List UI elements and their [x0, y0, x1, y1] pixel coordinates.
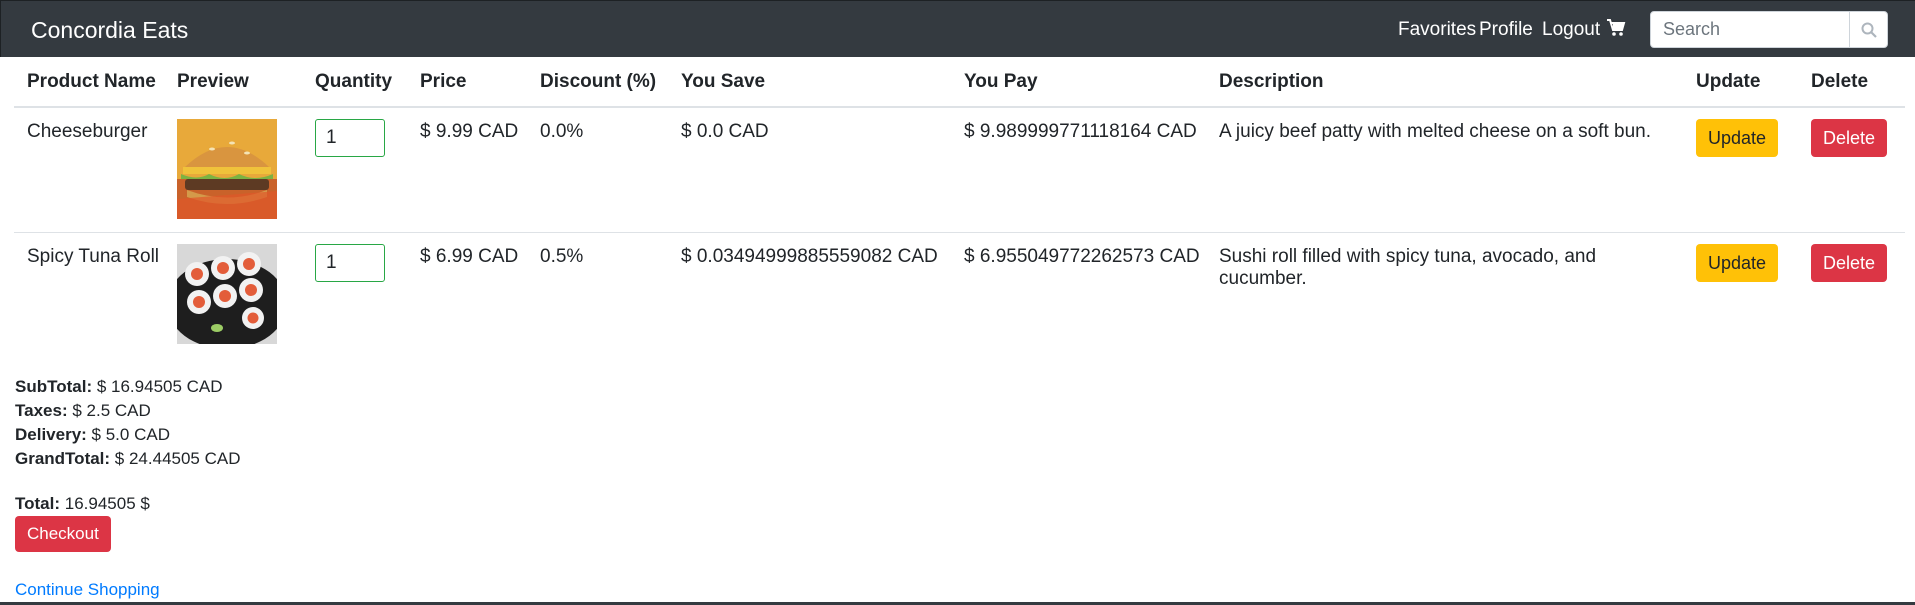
header-you-pay: You Pay — [951, 57, 1206, 108]
delivery-line: Delivery: $ 5.0 CAD — [15, 423, 241, 447]
delivery-label: Delivery: — [15, 425, 87, 444]
header-price: Price — [407, 57, 527, 108]
search-icon — [1861, 22, 1877, 38]
table-header-row: Product Name Preview Quantity Price Disc… — [14, 57, 1905, 108]
nav-profile[interactable]: Profile — [1479, 19, 1533, 41]
search-button[interactable] — [1849, 11, 1888, 48]
delete-button[interactable]: Delete — [1811, 119, 1888, 157]
taxes-line: Taxes: $ 2.5 CAD — [15, 399, 241, 423]
product-preview — [164, 107, 302, 233]
you-pay: $ 6.955049772262573 CAD — [964, 245, 1200, 267]
cheeseburger-image — [177, 119, 277, 219]
subtotal-line: SubTotal: $ 16.94505 CAD — [15, 375, 241, 399]
nav-favorites[interactable]: Favorites — [1398, 19, 1476, 41]
header-quantity: Quantity — [302, 57, 407, 108]
table-row: Cheeseburger $ 9.9 — [14, 107, 1905, 233]
continue-shopping-link[interactable]: Continue Shopping — [15, 580, 160, 600]
header-delete: Delete — [1798, 57, 1905, 108]
total-value: 16.94505 $ — [60, 494, 150, 513]
update-button[interactable]: Update — [1696, 119, 1779, 157]
header-you-save: You Save — [668, 57, 951, 108]
header-product-name: Product Name — [14, 57, 164, 108]
header-preview: Preview — [164, 57, 302, 108]
delete-cell: Delete — [1798, 232, 1905, 357]
price: $ 9.99 CAD — [407, 107, 527, 233]
navbar: Concordia Eats Favorites Profile Logout — [0, 0, 1915, 57]
table-row: Spicy Tuna Roll 1 $ 6.99 CAD 0.5% $ 0.03… — [14, 232, 1905, 357]
you-save: $ 0.03494999885559082 CAD — [681, 245, 938, 267]
description: A juicy beef patty with melted cheese on… — [1206, 107, 1683, 233]
product-preview — [164, 232, 302, 357]
subtotal-value: $ 16.94505 CAD — [92, 377, 223, 396]
quantity-cell — [302, 232, 407, 357]
total-line: Total: 16.94505 $ — [15, 494, 150, 514]
quantity-cell — [302, 107, 407, 233]
header-update: Update — [1683, 57, 1798, 108]
sushi-roll-image — [177, 243, 277, 344]
price: $ 6.99 CAD — [420, 245, 519, 267]
discount: 0.5% — [540, 245, 584, 267]
subtotal-label: SubTotal: — [15, 377, 93, 396]
you-save: $ 0.0 CAD — [668, 107, 951, 233]
discount: 0.0% — [527, 107, 668, 233]
nav-logout[interactable]: Logout — [1542, 19, 1600, 41]
update-button[interactable]: Update — [1696, 243, 1779, 282]
header-discount: Discount (%) — [527, 57, 668, 108]
delete-button[interactable]: Delete — [1811, 243, 1888, 282]
grandtotal-value: $ 24.44505 CAD — [110, 449, 241, 468]
search-input[interactable] — [1650, 11, 1850, 48]
quantity-input[interactable] — [315, 119, 385, 157]
delivery-value: $ 5.0 CAD — [86, 425, 170, 444]
update-cell: Update — [1683, 232, 1798, 357]
delete-cell: Delete — [1798, 107, 1905, 233]
description: Sushi roll filled with spicy tuna, avoca… — [1219, 245, 1597, 289]
order-summary: SubTotal: $ 16.94505 CAD Taxes: $ 2.5 CA… — [15, 375, 241, 471]
grandtotal-label: GrandTotal: — [15, 449, 111, 468]
grandtotal-line: GrandTotal: $ 24.44505 CAD — [15, 447, 241, 471]
total-label: Total: — [15, 494, 61, 513]
brand-logo[interactable]: Concordia Eats — [31, 17, 188, 44]
taxes-value: $ 2.5 CAD — [67, 401, 151, 420]
checkout-button[interactable]: Checkout — [15, 516, 111, 552]
you-pay: $ 9.989999771118164 CAD — [951, 107, 1206, 233]
quantity-input[interactable] — [315, 243, 385, 282]
taxes-label: Taxes: — [15, 401, 68, 420]
header-description: Description — [1206, 57, 1683, 108]
product-name: Cheeseburger — [14, 107, 164, 233]
cart-table: Product Name Preview Quantity Price Disc… — [14, 57, 1905, 357]
product-name: Spicy Tuna Roll — [27, 245, 160, 267]
update-cell: Update — [1683, 107, 1798, 233]
cart-icon[interactable] — [1606, 18, 1626, 38]
